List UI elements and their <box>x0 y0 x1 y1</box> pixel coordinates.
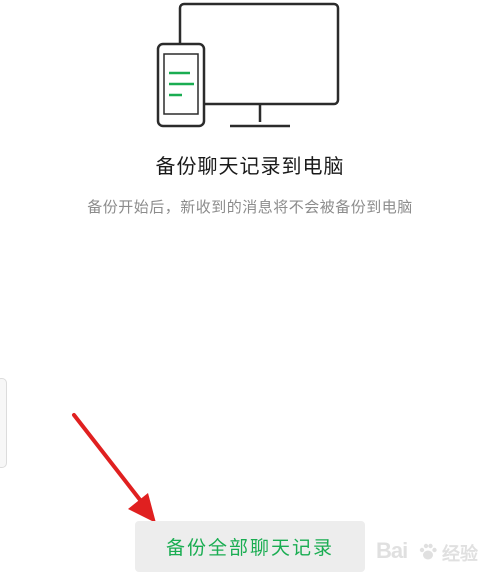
watermark-suffix: 经验 <box>442 544 478 565</box>
baidu-watermark: Bai 经验 <box>370 530 498 576</box>
phone-to-computer-icon <box>156 2 340 128</box>
backup-all-chats-button[interactable]: 备份全部聊天记录 <box>135 521 365 572</box>
watermark-brand: Bai <box>376 538 408 563</box>
dialog-subtitle: 备份开始后，新收到的消息将不会被备份到电脑 <box>87 198 413 216</box>
backup-to-pc-screen: 备份聊天记录到电脑 备份开始后，新收到的消息将不会被备份到电脑 备份全部聊天记录… <box>0 0 500 585</box>
red-arrow-icon <box>72 413 156 523</box>
side-drawer-handle[interactable] <box>0 378 7 468</box>
baidu-paw-icon <box>419 543 437 560</box>
dialog-title: 备份聊天记录到电脑 <box>155 154 345 178</box>
